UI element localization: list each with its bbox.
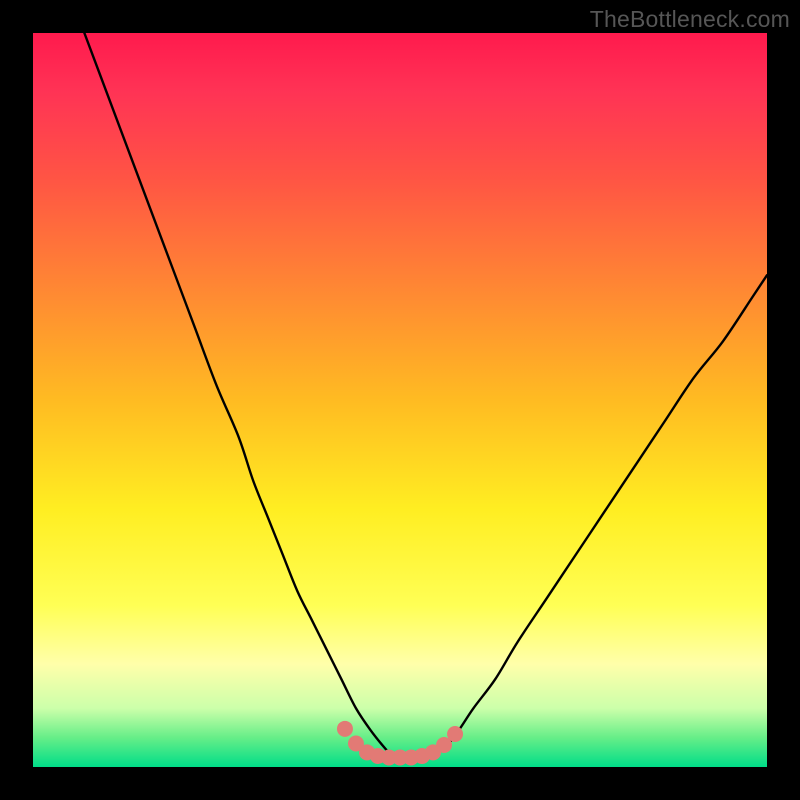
- watermark-text: TheBottleneck.com: [590, 6, 790, 33]
- marker-dot: [337, 721, 353, 737]
- marker-dot: [447, 726, 463, 742]
- bottleneck-curve: [84, 33, 767, 758]
- marker-band: [337, 721, 463, 766]
- chart-svg: [33, 33, 767, 767]
- chart-frame: { "watermark": "TheBottleneck.com", "cha…: [0, 0, 800, 800]
- plot-area: [33, 33, 767, 767]
